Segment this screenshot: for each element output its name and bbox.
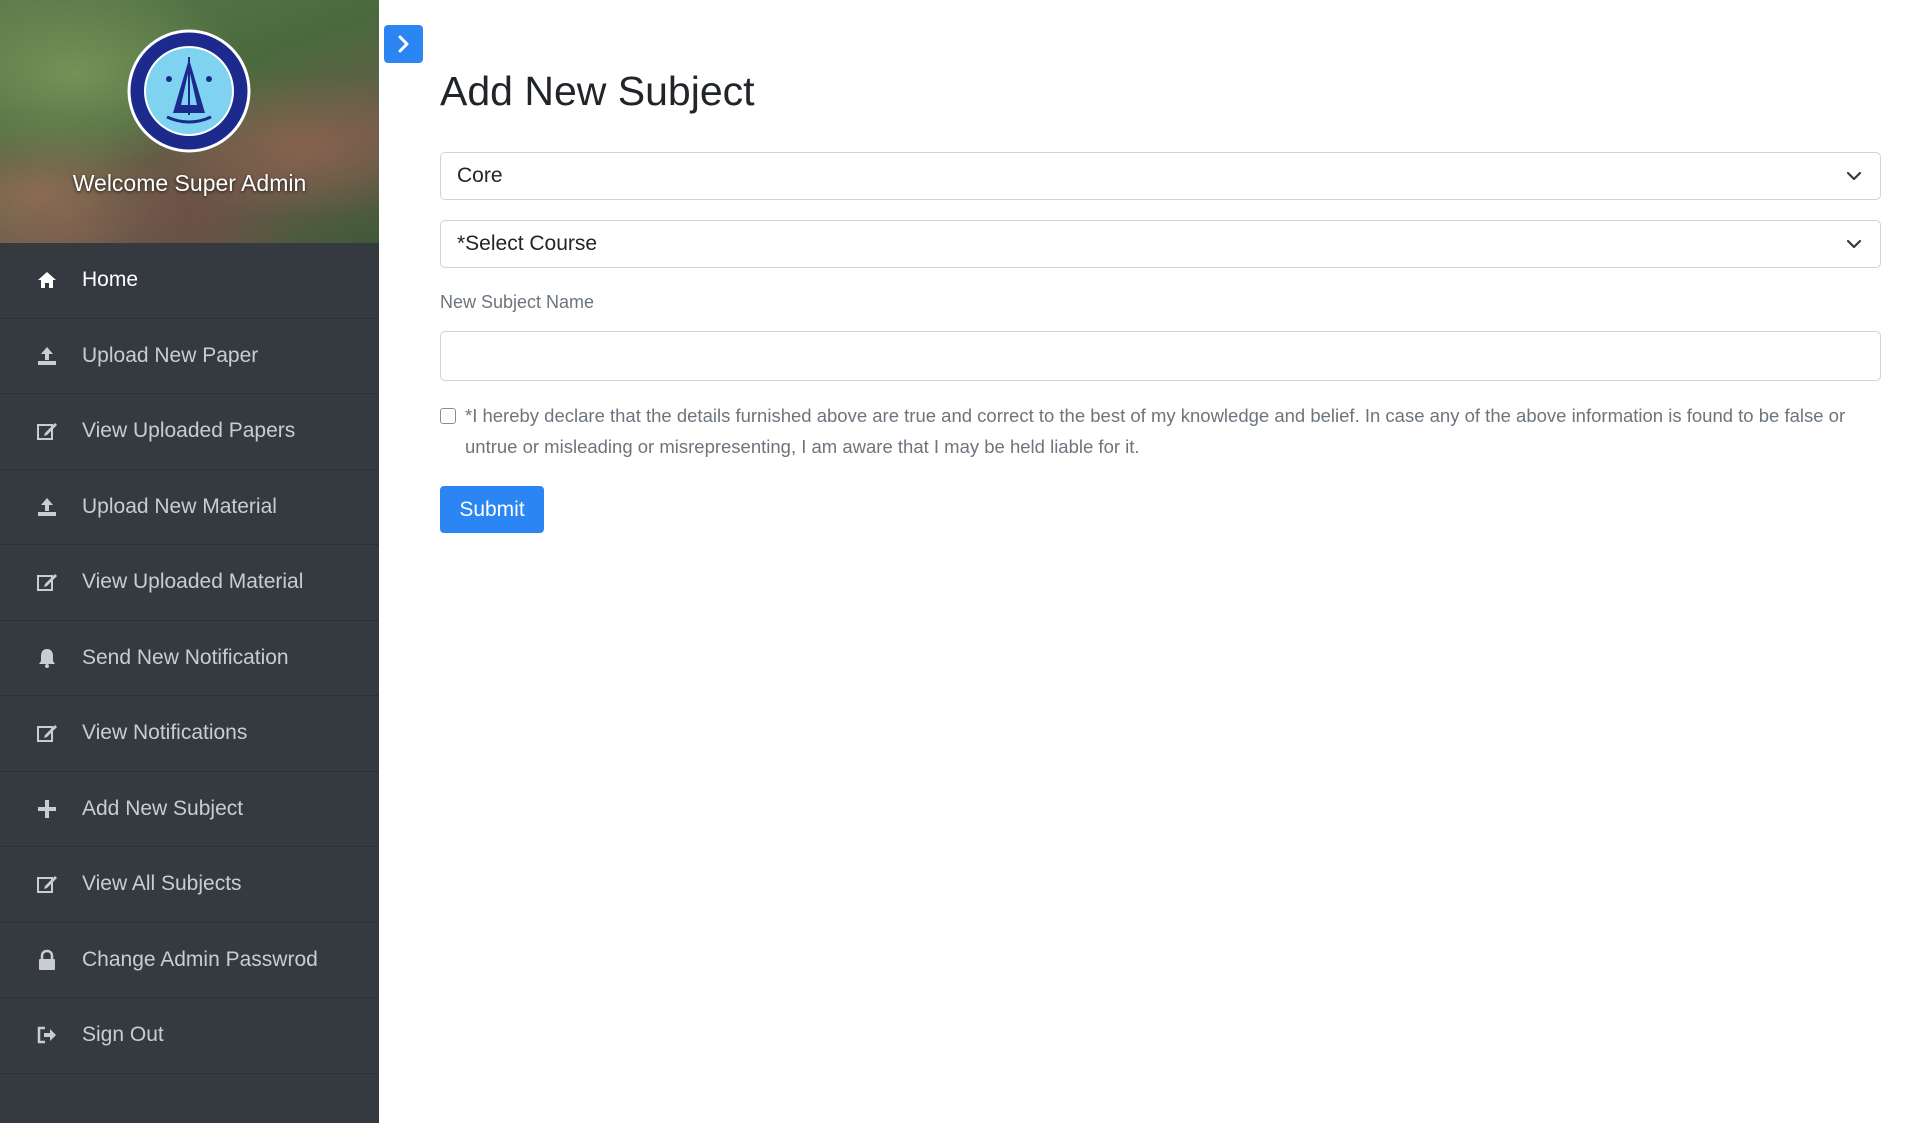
sidebar-item-label: Home — [82, 268, 139, 292]
sidebar-toggle-button[interactable] — [384, 25, 423, 63]
sidebar-nav: Home Upload New Paper View Uploaded Pape… — [0, 243, 379, 1074]
edit-icon — [37, 876, 57, 894]
submit-button[interactable]: Submit — [440, 486, 544, 533]
sidebar-item-label: Change Admin Passwrod — [82, 947, 318, 971]
chevron-down-icon — [1846, 171, 1862, 181]
sidebar-item-view-all-subjects[interactable]: View All Subjects — [0, 847, 379, 923]
subject-name-input[interactable] — [440, 331, 1881, 381]
sidebar-item-upload-new-material[interactable]: Upload New Material — [0, 470, 379, 545]
course-value: *Select Course — [457, 232, 598, 255]
lock-icon — [39, 949, 55, 970]
upload-icon — [38, 346, 56, 365]
sidebar-item-label: View Uploaded Material — [82, 570, 304, 594]
course-select[interactable]: *Select Course — [440, 220, 1881, 268]
sidebar-item-label: Send New Notification — [82, 645, 289, 669]
sidebar-item-label: Upload New Material — [82, 494, 277, 518]
edit-icon — [37, 725, 57, 743]
university-logo — [127, 29, 251, 153]
welcome-text: Welcome Super Admin — [72, 170, 307, 196]
sidebar-item-change-admin-password[interactable]: Change Admin Passwrod — [0, 923, 379, 998]
sidebar-item-label: View All Subjects — [82, 872, 242, 896]
sidebar-item-view-notifications[interactable]: View Notifications — [0, 696, 379, 772]
upload-icon — [38, 497, 56, 516]
sidebar-item-send-new-notification[interactable]: Send New Notification — [0, 621, 379, 696]
chevron-down-icon — [1846, 239, 1862, 249]
sidebar-item-label: Sign Out — [82, 1023, 164, 1047]
page-title: Add New Subject — [440, 68, 755, 114]
sidebar-item-add-new-subject[interactable]: Add New Subject — [0, 772, 379, 847]
sidebar-item-sign-out[interactable]: Sign Out — [0, 998, 379, 1074]
sidebar-header: Welcome Super Admin — [0, 0, 379, 243]
declaration-checkbox[interactable] — [440, 408, 456, 424]
sidebar-item-label: View Notifications — [82, 721, 248, 745]
subject-type-value: Core — [457, 164, 503, 187]
sign-out-icon — [37, 1027, 56, 1044]
edit-icon — [37, 574, 57, 592]
sidebar-item-upload-new-paper[interactable]: Upload New Paper — [0, 319, 379, 394]
sidebar-item-home[interactable]: Home — [0, 243, 379, 319]
bell-icon — [39, 648, 55, 668]
sidebar-item-label: View Uploaded Papers — [82, 419, 296, 443]
sidebar-item-label: Add New Subject — [82, 796, 244, 820]
sidebar-item-label: Upload New Paper — [82, 343, 259, 367]
sidebar-item-view-uploaded-papers[interactable]: View Uploaded Papers — [0, 394, 379, 470]
home-icon — [38, 272, 56, 289]
sidebar: Welcome Super Admin Home Upload New Pape… — [0, 0, 379, 1123]
subject-name-label: New Subject Name — [440, 292, 595, 312]
edit-icon — [37, 423, 57, 441]
declaration-text: *I hereby declare that the details furni… — [465, 405, 1846, 457]
sidebar-item-view-uploaded-material[interactable]: View Uploaded Material — [0, 545, 379, 621]
subject-type-select[interactable]: Core — [440, 152, 1881, 200]
chevron-right-icon — [398, 35, 408, 53]
plus-icon — [38, 799, 56, 818]
